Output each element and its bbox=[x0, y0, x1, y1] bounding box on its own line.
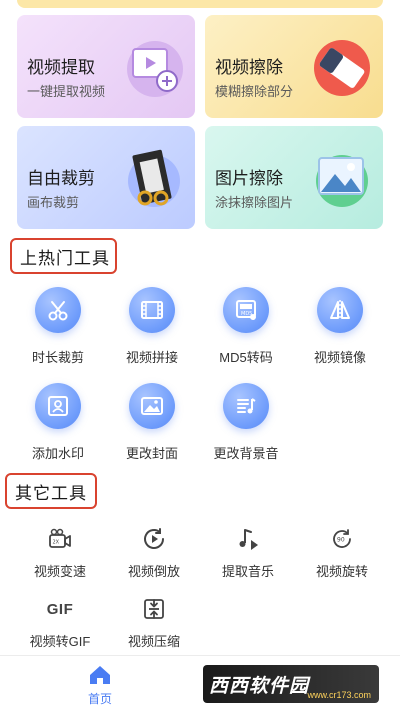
watermark-url: www.cr173.com bbox=[307, 690, 371, 700]
card-subtitle: 涂抹擦除图片 bbox=[215, 195, 294, 210]
eraser-icon bbox=[314, 40, 370, 96]
tool-label: 时长裁剪 bbox=[31, 350, 84, 365]
card-subtitle: 画布裁剪 bbox=[27, 195, 80, 210]
tool-label: 视频镜像 bbox=[313, 350, 366, 365]
tool-change-cover[interactable]: 更改封面 bbox=[104, 383, 200, 462]
card-title: 视频擦除 bbox=[215, 58, 283, 77]
card-title: 自由裁剪 bbox=[27, 169, 95, 188]
md5-icon: MD5 bbox=[223, 287, 269, 333]
tool-label: 视频变速 bbox=[33, 564, 86, 579]
hot-tools-heading: 上热门工具 bbox=[10, 238, 117, 274]
other-tools-heading: 其它工具 bbox=[5, 473, 97, 509]
tool-video-join[interactable]: 视频拼接 bbox=[104, 287, 200, 366]
status-strip bbox=[17, 0, 383, 8]
card-video-erase[interactable]: 视频擦除 模糊擦除部分 bbox=[205, 15, 383, 118]
tool-label: 视频压缩 bbox=[127, 634, 180, 649]
card-title: 视频提取 bbox=[27, 58, 95, 77]
tool-video-reverse[interactable]: 视频倒放 bbox=[106, 524, 202, 580]
rotate-icon: 90 bbox=[327, 524, 357, 554]
tool-md5-transcode[interactable]: MD5 MD5转码 bbox=[198, 287, 294, 366]
tool-duration-trim[interactable]: 时长裁剪 bbox=[10, 287, 106, 366]
gif-icon: GIF bbox=[45, 594, 75, 624]
music-list-icon bbox=[223, 383, 269, 429]
tool-label: MD5转码 bbox=[219, 350, 273, 365]
tool-label: 更改封面 bbox=[125, 446, 178, 461]
home-icon bbox=[90, 666, 110, 684]
tool-add-watermark[interactable]: 添加水印 bbox=[10, 383, 106, 462]
tool-video-mirror[interactable]: 视频镜像 bbox=[292, 287, 388, 366]
nav-home-label: 首页 bbox=[87, 692, 112, 706]
reverse-play-icon bbox=[139, 524, 169, 554]
tool-extract-music[interactable]: 提取音乐 bbox=[200, 524, 296, 580]
scissors-icon bbox=[35, 287, 81, 333]
card-title: 图片擦除 bbox=[215, 169, 283, 188]
compress-icon bbox=[139, 594, 169, 624]
tool-label: 更改背景音 bbox=[213, 446, 279, 461]
landscape-image-icon bbox=[316, 155, 368, 207]
tool-video-speed[interactable]: 2X 视频变速 bbox=[12, 524, 108, 580]
watermark-icon bbox=[35, 383, 81, 429]
tool-video-rotate[interactable]: 90 视频旋转 bbox=[294, 524, 390, 580]
nav-home[interactable]: 首页 bbox=[74, 664, 126, 707]
tool-label: 视频倒放 bbox=[127, 564, 180, 579]
tool-label: 添加水印 bbox=[31, 446, 84, 461]
card-subtitle: 模糊擦除部分 bbox=[215, 84, 294, 99]
card-free-crop[interactable]: 自由裁剪 画布裁剪 bbox=[17, 126, 195, 229]
card-image-erase[interactable]: 图片擦除 涂抹擦除图片 bbox=[205, 126, 383, 229]
tool-video-to-gif[interactable]: GIF 视频转GIF bbox=[12, 594, 108, 650]
tool-label: 视频旋转 bbox=[315, 564, 368, 579]
svg-text:2X: 2X bbox=[53, 540, 60, 546]
mirror-icon bbox=[317, 287, 363, 333]
film-scissors-icon bbox=[128, 149, 180, 207]
music-note-icon bbox=[233, 524, 263, 554]
tool-label: 视频转GIF bbox=[29, 634, 91, 649]
tool-video-compress[interactable]: 视频压缩 bbox=[106, 594, 202, 650]
card-subtitle: 一键提取视频 bbox=[27, 84, 106, 99]
film-strip-icon bbox=[129, 287, 175, 333]
tool-label: 提取音乐 bbox=[221, 564, 274, 579]
watermark-text: 西西软件园 bbox=[209, 675, 310, 697]
speed-camera-icon: 2X bbox=[45, 524, 75, 554]
site-watermark: 西西软件园 www.cr173.com bbox=[203, 665, 379, 703]
tool-label: 视频拼接 bbox=[125, 350, 178, 365]
svg-text:90: 90 bbox=[337, 537, 345, 544]
gif-glyph: GIF bbox=[46, 600, 74, 618]
tool-change-bgm[interactable]: 更改背景音 bbox=[198, 383, 294, 462]
video-link-icon bbox=[127, 41, 183, 97]
image-icon bbox=[129, 383, 175, 429]
card-video-extract[interactable]: 视频提取 一键提取视频 bbox=[17, 15, 195, 118]
